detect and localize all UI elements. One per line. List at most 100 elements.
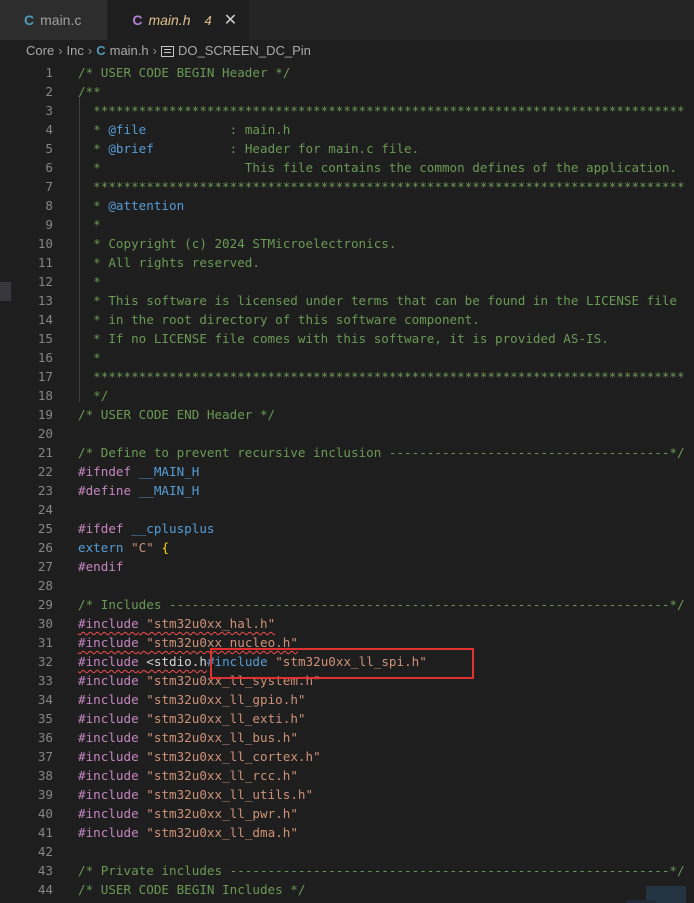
code-text: #include "stm32u0xx_ll_pwr.h" xyxy=(78,804,298,823)
code-line[interactable]: 44 /* USER CODE BEGIN Includes */ xyxy=(0,880,694,899)
include-file: "stm32u0xx_ll_dma.h" xyxy=(146,825,298,840)
line-number: 42 xyxy=(37,844,53,859)
code-text: /* Private includes --------------------… xyxy=(78,861,685,880)
code-line[interactable]: 35 #include "stm32u0xx_ll_exti.h" xyxy=(0,709,694,728)
line-number: 45 xyxy=(0,899,53,903)
code-line[interactable]: 2 /** xyxy=(0,82,694,101)
preprocessor-directive: #include xyxy=(78,654,139,669)
tab-main-h[interactable]: C main.h 4 ✕ xyxy=(108,0,251,40)
code-line[interactable]: 24 xyxy=(0,500,694,519)
code-line[interactable]: 9 * xyxy=(0,215,694,234)
code-text: * xyxy=(78,272,101,291)
code-line[interactable]: 28 xyxy=(0,576,694,595)
breadcrumb-item-inc[interactable]: Inc xyxy=(67,43,84,58)
code-line[interactable]: 30 #include "stm32u0xx_hal.h" xyxy=(0,614,694,633)
code-line[interactable]: 34 #include "stm32u0xx_ll_gpio.h" xyxy=(0,690,694,709)
comment-text: * xyxy=(78,350,101,365)
code-line[interactable]: 22 #ifndef __MAIN_H xyxy=(0,462,694,481)
code-editor[interactable]: 1/* USER CODE BEGIN Header */2/** 3 *****… xyxy=(0,60,694,903)
symbol-constant-icon xyxy=(160,45,174,57)
include-file: "stm32u0xx_ll_pwr.h" xyxy=(146,806,298,821)
preprocessor-directive: #include xyxy=(78,692,139,707)
code-line[interactable]: 4 * @file : main.h xyxy=(0,120,694,139)
preprocessor-directive: #include xyxy=(78,806,139,821)
code-line[interactable]: 45 xyxy=(0,899,694,903)
code-text: * This file contains the common defines … xyxy=(78,158,677,177)
code-line[interactable]: 39 #include "stm32u0xx_ll_utils.h" xyxy=(0,785,694,804)
code-text: #include <stdio.h#include "stm32u0xx_ll_… xyxy=(78,652,427,671)
code-line[interactable]: 31 #include "stm32u0xx_nucleo.h" xyxy=(0,633,694,652)
comment-text: * All rights reserved. xyxy=(78,255,260,270)
breadcrumb-item-core[interactable]: Core xyxy=(26,43,54,58)
line-number: 19 xyxy=(37,407,53,422)
code-text: /* USER CODE BEGIN Header */ xyxy=(78,63,290,82)
code-line[interactable]: 13 * This software is licensed under ter… xyxy=(0,291,694,310)
code-line[interactable]: 21 /* Define to prevent recursive inclusi… xyxy=(0,443,694,462)
comment-text: /* USER CODE END Header */ xyxy=(78,407,276,422)
code-line[interactable]: 37 #include "stm32u0xx_ll_cortex.h" xyxy=(0,747,694,766)
code-line[interactable]: 10 * Copyright (c) 2024 STMicroelectroni… xyxy=(0,234,694,253)
comment-text: */ xyxy=(78,388,109,403)
tab-main-c[interactable]: C main.c xyxy=(0,0,109,40)
code-line[interactable]: 29 /* Includes --------------------------… xyxy=(0,595,694,614)
code-line[interactable]: 19 /* USER CODE END Header */ xyxy=(0,405,694,424)
line-number: 38 xyxy=(37,768,53,783)
code-line[interactable]: 43 /* Private includes ------------------… xyxy=(0,861,694,880)
code-line[interactable]: 41 #include "stm32u0xx_ll_dma.h" xyxy=(0,823,694,842)
code-line[interactable]: 5 * @brief : Header for main.c file. xyxy=(0,139,694,158)
line-number: 15 xyxy=(37,331,53,346)
code-line[interactable]: 14 * in the root directory of this softw… xyxy=(0,310,694,329)
code-line[interactable]: 25 #ifdef __cplusplus xyxy=(0,519,694,538)
code-line[interactable]: 36 #include "stm32u0xx_ll_bus.h" xyxy=(0,728,694,747)
line-number: 35 xyxy=(37,711,53,726)
code-text: * in the root directory of this software… xyxy=(78,310,480,329)
keyword: extern xyxy=(78,540,124,555)
code-line[interactable]: 20 xyxy=(0,424,694,443)
code-line[interactable]: 11 * All rights reserved. xyxy=(0,253,694,272)
preprocessor-directive: #endif xyxy=(78,559,124,574)
code-line[interactable]: 6 * This file contains the common define… xyxy=(0,158,694,177)
include-file: "stm32u0xx_ll_bus.h" xyxy=(146,730,298,745)
code-text: * All rights reserved. xyxy=(78,253,260,272)
editor-tab-bar: C main.c C main.h 4 ✕ xyxy=(0,0,694,40)
comment-text: * xyxy=(78,274,101,289)
preprocessor-directive: #define xyxy=(78,483,132,498)
comment-text: /* USER CODE BEGIN Includes */ xyxy=(78,882,306,897)
macro-name: __cplusplus xyxy=(131,521,215,536)
code-line[interactable]: 8 * @attention xyxy=(0,196,694,215)
code-line[interactable]: 33 #include "stm32u0xx_ll_system.h" xyxy=(0,671,694,690)
code-line[interactable]: 18 */ xyxy=(0,386,694,405)
code-line[interactable]: 7 **************************************… xyxy=(0,177,694,196)
code-line[interactable]: 23 #define __MAIN_H xyxy=(0,481,694,500)
code-line[interactable]: 3 **************************************… xyxy=(0,101,694,120)
code-line[interactable]: 32 #include <stdio.h#include "stm32u0xx_l… xyxy=(0,652,694,671)
c-file-icon: C xyxy=(96,42,106,58)
preprocessor-directive: #include xyxy=(78,787,139,802)
code-line[interactable]: 38 #include "stm32u0xx_ll_rcc.h" xyxy=(0,766,694,785)
code-text: * @file : main.h xyxy=(78,122,291,137)
comment-text: * If no LICENSE file comes with this sof… xyxy=(78,331,609,346)
code-line[interactable]: 42 xyxy=(0,842,694,861)
close-icon[interactable]: ✕ xyxy=(224,10,237,30)
preprocessor-directive: #include xyxy=(78,673,139,688)
code-line[interactable]: 27 #endif xyxy=(0,557,694,576)
code-line[interactable]: 15 * If no LICENSE file comes with this … xyxy=(0,329,694,348)
code-line[interactable]: 16 * xyxy=(0,348,694,367)
code-text: #include "stm32u0xx_ll_exti.h" xyxy=(78,709,306,728)
breadcrumb-item-symbol[interactable]: DO_SCREEN_DC_Pin xyxy=(178,43,311,58)
preprocessor-directive: #include xyxy=(78,616,139,631)
line-number: 33 xyxy=(37,673,53,688)
line-number: 32 xyxy=(37,654,53,669)
line-number: 13 xyxy=(37,293,53,308)
breadcrumb-item-file[interactable]: main.h xyxy=(110,43,149,58)
code-text: #ifndef __MAIN_H xyxy=(78,462,199,481)
include-file: "stm32u0xx_ll_rcc.h" xyxy=(146,768,298,783)
code-line[interactable]: 1 /* USER CODE BEGIN Header */ xyxy=(0,63,694,82)
line-number: 12 xyxy=(37,274,53,289)
line-number: 8 xyxy=(45,198,53,213)
code-line[interactable]: 12 * xyxy=(0,272,694,291)
code-line[interactable]: 26 extern "C" { xyxy=(0,538,694,557)
code-line[interactable]: 17 *************************************… xyxy=(0,367,694,386)
code-line[interactable]: 40 #include "stm32u0xx_ll_pwr.h" xyxy=(0,804,694,823)
include-file: "stm32u0xx_ll_exti.h" xyxy=(146,711,306,726)
